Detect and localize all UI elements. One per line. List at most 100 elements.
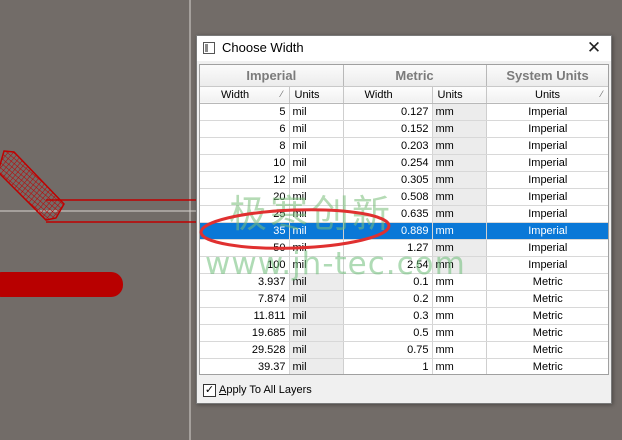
close-button[interactable]: ✕ (581, 37, 607, 59)
imperial-units-cell: mil (289, 324, 344, 342)
column-header-imperial-units[interactable]: Units (289, 86, 344, 104)
system-units-cell: Imperial (486, 154, 608, 172)
label-rest: pply To All Layers (226, 384, 312, 396)
metric-units-cell: mm (432, 205, 487, 223)
group-header-system-units: System Units (486, 65, 608, 87)
system-units-cell: Imperial (486, 103, 608, 121)
table-row[interactable]: 3.937 mil 0.1 mm Metric (200, 273, 608, 291)
imperial-units-cell: mil (289, 358, 344, 374)
table-row[interactable]: 19.685 mil 0.5 mm Metric (200, 324, 608, 342)
metric-width-cell: 0.508 (343, 188, 433, 206)
checkmark-icon: ✓ (204, 384, 215, 396)
table-row[interactable]: 7.874 mil 0.2 mm Metric (200, 290, 608, 308)
imperial-width-cell: 5 (200, 103, 290, 121)
system-units-cell: Imperial (486, 222, 608, 240)
metric-width-cell: 0.635 (343, 205, 433, 223)
system-units-cell: Imperial (486, 137, 608, 155)
title-bar[interactable]: Choose Width ✕ (197, 36, 611, 61)
table-row[interactable]: 39.37 mil 1 mm Metric (200, 358, 608, 374)
imperial-units-cell: mil (289, 239, 344, 257)
table-row[interactable]: 35 mil 0.889 mm Imperial (200, 222, 608, 240)
metric-units-cell: mm (432, 188, 487, 206)
imperial-units-cell: mil (289, 171, 344, 189)
system-units-cell: Imperial (486, 256, 608, 274)
metric-width-cell: 0.127 (343, 103, 433, 121)
apply-to-all-layers-label[interactable]: Apply To All Layers (219, 384, 312, 396)
column-header-system-units[interactable]: Units ⁄ (486, 86, 608, 104)
table-row[interactable]: 8 mil 0.203 mm Imperial (200, 137, 608, 155)
width-table: Imperial Metric System Units Width ⁄ Unit… (199, 64, 609, 375)
metric-units-cell: mm (432, 171, 487, 189)
table-row[interactable]: 29.528 mil 0.75 mm Metric (200, 341, 608, 359)
system-units-cell: Imperial (486, 188, 608, 206)
imperial-width-cell: 19.685 (200, 324, 290, 342)
imperial-units-cell: mil (289, 205, 344, 223)
table-row[interactable]: 11.811 mil 0.3 mm Metric (200, 307, 608, 325)
metric-units-cell: mm (432, 290, 487, 308)
metric-units-cell: mm (432, 120, 487, 138)
metric-units-cell: mm (432, 222, 487, 240)
metric-width-cell: 0.75 (343, 341, 433, 359)
table-row[interactable]: 12 mil 0.305 mm Imperial (200, 171, 608, 189)
imperial-units-cell: mil (289, 307, 344, 325)
group-header-metric: Metric (343, 65, 487, 87)
system-units-cell: Imperial (486, 205, 608, 223)
metric-width-cell: 0.203 (343, 137, 433, 155)
metric-units-cell: mm (432, 307, 487, 325)
metric-units-cell: mm (432, 273, 487, 291)
imperial-units-cell: mil (289, 273, 344, 291)
system-units-cell: Metric (486, 290, 608, 308)
imperial-width-cell: 11.811 (200, 307, 290, 325)
imperial-width-cell: 39.37 (200, 358, 290, 374)
metric-units-cell: mm (432, 239, 487, 257)
system-units-cell: Metric (486, 341, 608, 359)
column-header-label: Units (535, 88, 561, 101)
table-row[interactable]: 20 mil 0.508 mm Imperial (200, 188, 608, 206)
column-header-metric-units[interactable]: Units (432, 86, 487, 104)
table-row[interactable]: 100 mil 2.54 mm Imperial (200, 256, 608, 274)
imperial-units-cell: mil (289, 103, 344, 121)
metric-units-cell: mm (432, 154, 487, 172)
column-header-metric-width[interactable]: Width (343, 86, 433, 104)
table-row[interactable]: 5 mil 0.127 mm Imperial (200, 103, 608, 121)
window-icon (203, 42, 215, 54)
imperial-units-cell: mil (289, 256, 344, 274)
sort-indicator-icon: ⁄ (601, 88, 603, 99)
imperial-width-cell: 25 (200, 205, 290, 223)
metric-width-cell: 0.1 (343, 273, 433, 291)
metric-units-cell: mm (432, 103, 487, 121)
table-row[interactable]: 6 mil 0.152 mm Imperial (200, 120, 608, 138)
metric-width-cell: 0.3 (343, 307, 433, 325)
imperial-width-cell: 20 (200, 188, 290, 206)
metric-width-cell: 0.305 (343, 171, 433, 189)
imperial-width-cell: 100 (200, 256, 290, 274)
imperial-width-cell: 50 (200, 239, 290, 257)
dialog-title: Choose Width (222, 40, 304, 55)
track-solid (0, 272, 123, 297)
imperial-width-cell: 29.528 (200, 341, 290, 359)
system-units-cell: Metric (486, 358, 608, 374)
table-row[interactable]: 25 mil 0.635 mm Imperial (200, 205, 608, 223)
imperial-units-cell: mil (289, 222, 344, 240)
metric-width-cell: 0.254 (343, 154, 433, 172)
metric-width-cell: 1.27 (343, 239, 433, 257)
column-header-label: Width (221, 88, 250, 101)
imperial-width-cell: 12 (200, 171, 290, 189)
choose-width-dialog: Choose Width ✕ Imperial Metric System Un… (196, 35, 612, 404)
table-row[interactable]: 10 mil 0.254 mm Imperial (200, 154, 608, 172)
column-header-imperial-width[interactable]: Width ⁄ (200, 86, 290, 104)
imperial-width-cell: 6 (200, 120, 290, 138)
metric-units-cell: mm (432, 324, 487, 342)
metric-units-cell: mm (432, 137, 487, 155)
imperial-units-cell: mil (289, 341, 344, 359)
apply-to-all-layers-checkbox[interactable]: ✓ (203, 384, 216, 397)
imperial-width-cell: 3.937 (200, 273, 290, 291)
metric-width-cell: 0.2 (343, 290, 433, 308)
metric-units-cell: mm (432, 341, 487, 359)
system-units-cell: Imperial (486, 120, 608, 138)
imperial-units-cell: mil (289, 137, 344, 155)
imperial-units-cell: mil (289, 290, 344, 308)
system-units-cell: Imperial (486, 171, 608, 189)
metric-units-cell: mm (432, 256, 487, 274)
table-row[interactable]: 50 mil 1.27 mm Imperial (200, 239, 608, 257)
